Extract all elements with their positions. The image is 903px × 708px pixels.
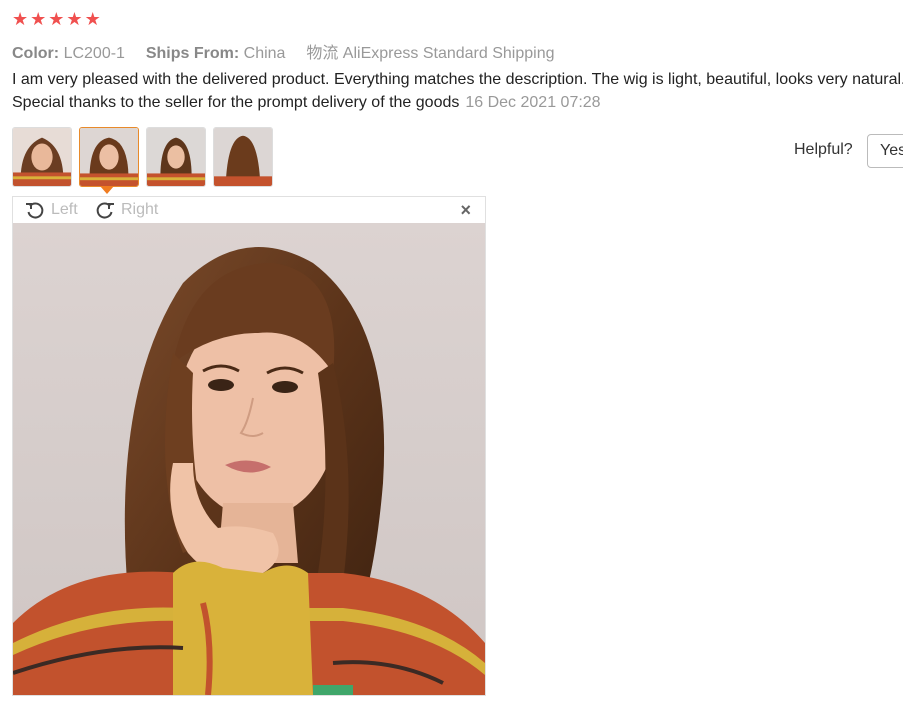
review-thumbnail[interactable] <box>146 127 206 187</box>
review-photo-large <box>13 223 485 695</box>
review-body: I am very pleased with the delivered pro… <box>12 71 903 111</box>
review-date: 16 Dec 2021 07:28 <box>465 94 601 111</box>
rotate-left-button[interactable]: Left <box>25 200 78 220</box>
star-icon: ★ <box>48 9 65 29</box>
star-icon: ★ <box>84 9 101 29</box>
review-text: I am very pleased with the delivered pro… <box>12 68 903 114</box>
viewer-toolbar: Left Right × <box>13 197 485 223</box>
review-meta: Color: LC200-1 Ships From: China 物流 AliE… <box>12 39 555 63</box>
helpful-yes-button[interactable]: Yes <box>867 134 903 168</box>
rotate-left-icon <box>26 202 44 219</box>
rotate-right-label: Right <box>121 201 159 218</box>
rating-stars: ★ ★ ★ ★ ★ <box>12 9 101 29</box>
star-icon: ★ <box>30 9 47 29</box>
review-thumbnail[interactable] <box>12 127 72 187</box>
color-label: Color: <box>12 45 60 62</box>
color-value: LC200-1 <box>63 45 125 62</box>
review-thumbnail-active[interactable] <box>79 127 139 187</box>
helpful-label: Helpful? <box>794 141 853 158</box>
active-thumbnail-indicator <box>100 186 114 194</box>
star-icon: ★ <box>66 9 83 29</box>
close-icon[interactable]: × <box>460 200 471 220</box>
ships-from-value: China <box>243 45 286 62</box>
thumbnail-strip <box>12 127 273 187</box>
image-viewer: Left Right × <box>12 196 486 696</box>
shipping-method: 物流 AliExpress Standard Shipping <box>306 45 555 62</box>
rotate-left-label: Left <box>51 201 78 218</box>
star-icon: ★ <box>12 9 29 29</box>
review-thumbnail[interactable] <box>213 127 273 187</box>
rotate-right-icon <box>96 202 114 219</box>
rotate-right-button[interactable]: Right <box>95 200 158 220</box>
ships-from-label: Ships From: <box>145 45 240 62</box>
